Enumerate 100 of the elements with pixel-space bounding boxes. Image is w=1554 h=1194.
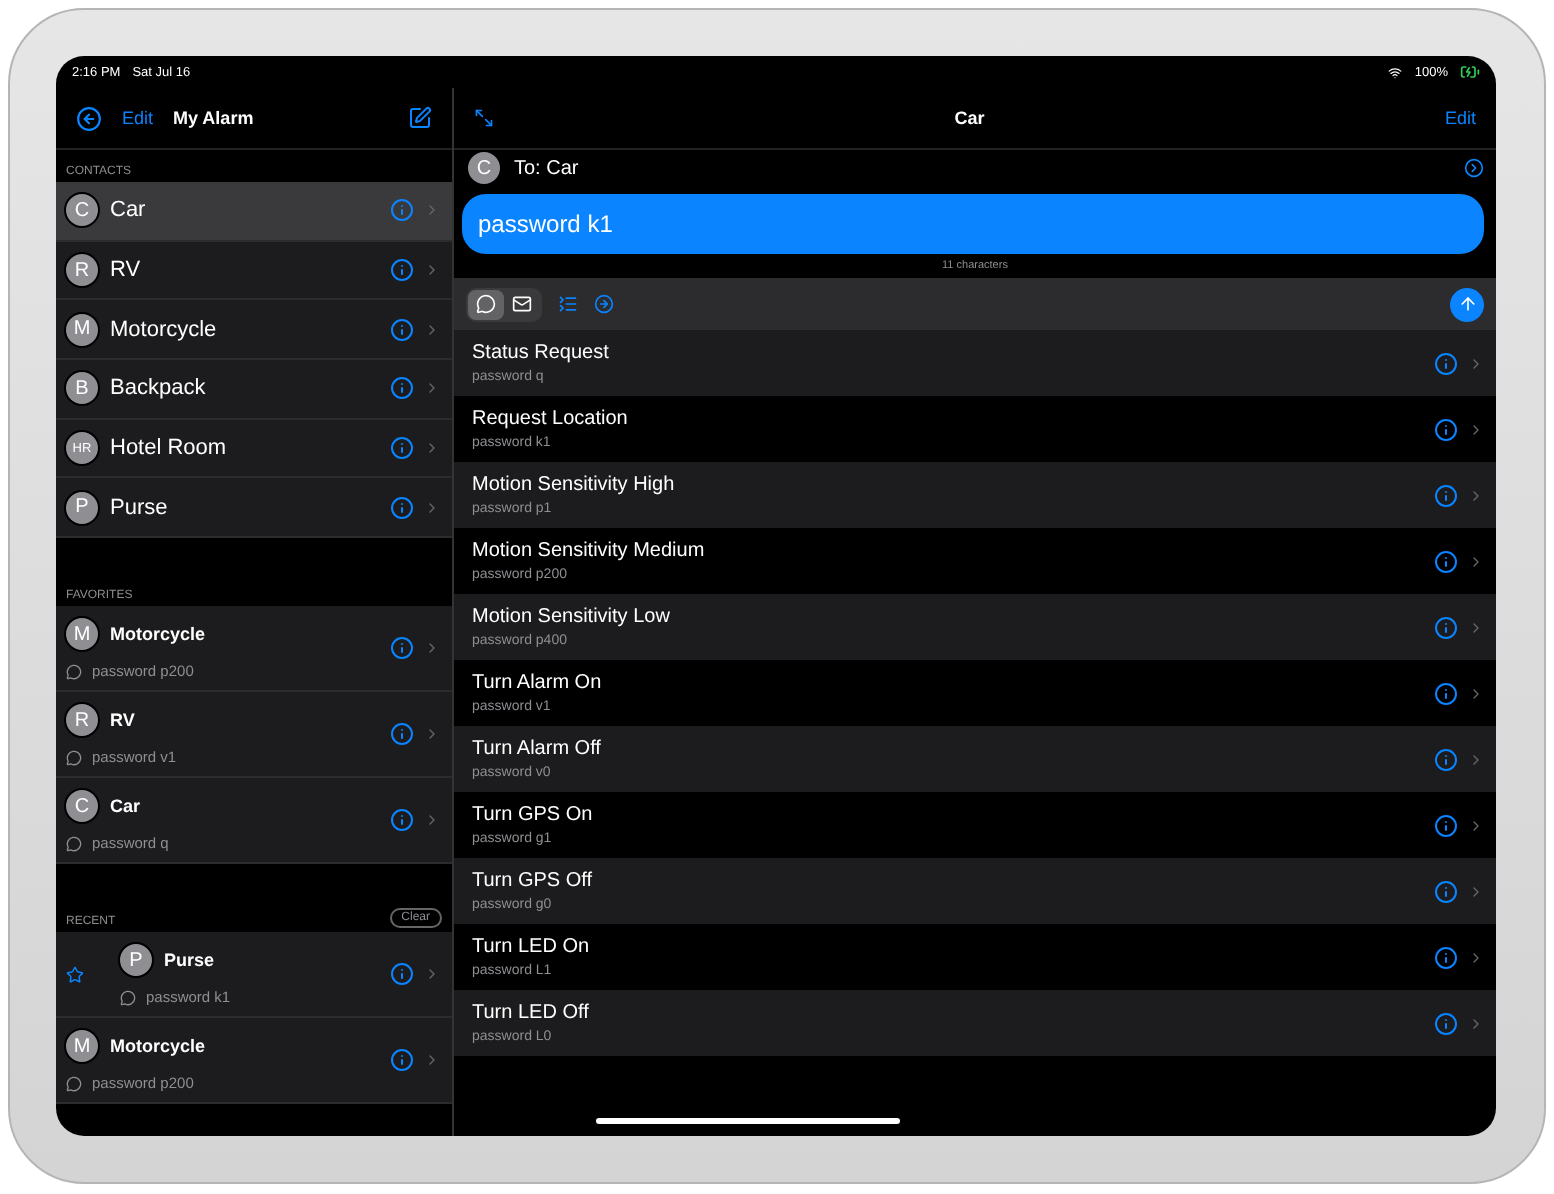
- info-icon[interactable]: [1434, 483, 1458, 507]
- speech-bubble-icon: [66, 749, 82, 766]
- avatar: C: [64, 788, 100, 825]
- contact-row[interactable]: B Backpack: [56, 360, 452, 420]
- chevron-icon: [1468, 883, 1484, 899]
- command-name: Turn LED Off: [472, 1002, 591, 1024]
- chevron-icon: [1468, 355, 1484, 371]
- contact-name: Motorcycle: [110, 317, 219, 342]
- command-name: Turn GPS Off: [472, 870, 595, 892]
- info-icon[interactable]: [1434, 747, 1458, 771]
- contact-row[interactable]: C Car: [56, 182, 452, 242]
- avatar: P: [118, 942, 154, 979]
- contact-name: Car: [110, 796, 143, 817]
- conversation-title: Car: [952, 108, 987, 128]
- chevron-icon: [1468, 619, 1484, 635]
- command-name: Motion Sensitivity Medium: [472, 540, 707, 562]
- info-icon[interactable]: [1434, 945, 1458, 969]
- chevron-icon: [424, 380, 440, 397]
- chevron-icon: [424, 812, 440, 829]
- chevron-icon: [424, 262, 440, 279]
- info-icon[interactable]: [390, 376, 414, 401]
- command-name: Status Request: [472, 342, 611, 364]
- avatar: R: [64, 702, 100, 739]
- chevron-icon: [424, 726, 440, 743]
- chevron-icon: [1468, 685, 1484, 701]
- contact-name: Purse: [110, 495, 170, 520]
- info-icon[interactable]: [390, 198, 414, 223]
- send-button[interactable]: [1450, 287, 1484, 321]
- info-icon[interactable]: [1434, 879, 1458, 903]
- command-name: Turn Alarm Off: [472, 738, 603, 760]
- contact-row[interactable]: M Motorcycle: [56, 300, 452, 361]
- command-name: Turn GPS On: [472, 804, 595, 826]
- info-icon[interactable]: [390, 258, 414, 283]
- chevron-icon: [424, 966, 440, 983]
- info-icon[interactable]: [390, 808, 414, 833]
- contact-name: Backpack: [110, 376, 208, 401]
- info-icon[interactable]: [390, 495, 414, 520]
- recipient-label: To: Car: [514, 157, 581, 179]
- chevron-icon: [1468, 487, 1484, 503]
- chevron-icon: [424, 499, 440, 516]
- info-icon[interactable]: [390, 636, 414, 661]
- contact-name: Purse: [164, 950, 217, 971]
- chevron-circle-icon[interactable]: [1464, 158, 1484, 178]
- chevron-icon: [1468, 553, 1484, 569]
- info-icon[interactable]: [390, 317, 414, 342]
- contact-row[interactable]: P Purse: [56, 478, 452, 539]
- list-icon[interactable]: [558, 294, 578, 314]
- chevron-icon: [1468, 817, 1484, 833]
- chevron-icon: [1468, 949, 1484, 965]
- info-icon[interactable]: [1434, 615, 1458, 639]
- avatar: M: [64, 311, 100, 348]
- battery-icon: [1460, 62, 1480, 82]
- contact-name: Motorcycle: [110, 624, 208, 645]
- info-icon[interactable]: [1434, 417, 1458, 441]
- info-icon[interactable]: [1434, 351, 1458, 375]
- message-bubble: password k1: [462, 194, 1484, 254]
- edit-link[interactable]: Edit: [1444, 108, 1476, 128]
- speech-bubble-icon: [476, 294, 496, 314]
- chevron-icon: [424, 321, 440, 338]
- info-icon[interactable]: [1434, 549, 1458, 573]
- avatar: M: [64, 1028, 100, 1065]
- avatar: P: [64, 489, 100, 526]
- contact-name: Car: [110, 198, 148, 223]
- speech-bubble-icon: [66, 663, 82, 680]
- avatar: C: [466, 150, 502, 186]
- chevron-icon: [424, 440, 440, 457]
- arrow-up-icon: [1457, 294, 1477, 314]
- chevron-icon: [1468, 751, 1484, 767]
- chevron-icon: [424, 640, 440, 657]
- contact-row[interactable]: R RV: [56, 241, 452, 301]
- contact-name: RV: [110, 710, 137, 731]
- avatar: R: [64, 252, 100, 289]
- info-icon[interactable]: [1434, 1011, 1458, 1035]
- command-name: Turn LED On: [472, 936, 592, 958]
- expand-icon[interactable]: [474, 108, 494, 128]
- info-icon[interactable]: [1434, 813, 1458, 837]
- info-icon[interactable]: [390, 1048, 414, 1073]
- chevron-icon: [1468, 421, 1484, 437]
- contact-name: RV: [110, 258, 143, 283]
- speech-bubble-icon: [66, 835, 82, 852]
- command-name: Motion Sensitivity Low: [472, 606, 672, 628]
- speech-bubble-button[interactable]: [468, 289, 504, 319]
- sidebar-title: My Alarm: [173, 108, 256, 128]
- compose-icon[interactable]: [408, 106, 432, 130]
- command-name: Turn Alarm On: [472, 672, 604, 694]
- contact-name: Motorcycle: [110, 1036, 208, 1057]
- command-name: Request Location: [472, 408, 630, 430]
- info-icon[interactable]: [390, 962, 414, 987]
- avatar: M: [64, 616, 100, 653]
- info-icon[interactable]: [390, 722, 414, 747]
- chevron-icon: [1468, 1015, 1484, 1031]
- chevron-icon: [424, 1052, 440, 1069]
- info-icon[interactable]: [390, 436, 414, 461]
- wifi-icon: [1388, 65, 1403, 79]
- speech-bubble-icon: [120, 989, 136, 1006]
- command-name: Motion Sensitivity High: [472, 474, 677, 496]
- avatar: B: [64, 370, 100, 407]
- info-icon[interactable]: [1434, 681, 1458, 705]
- star-icon[interactable]: [65, 965, 83, 984]
- edit-link[interactable]: Edit: [122, 108, 154, 128]
